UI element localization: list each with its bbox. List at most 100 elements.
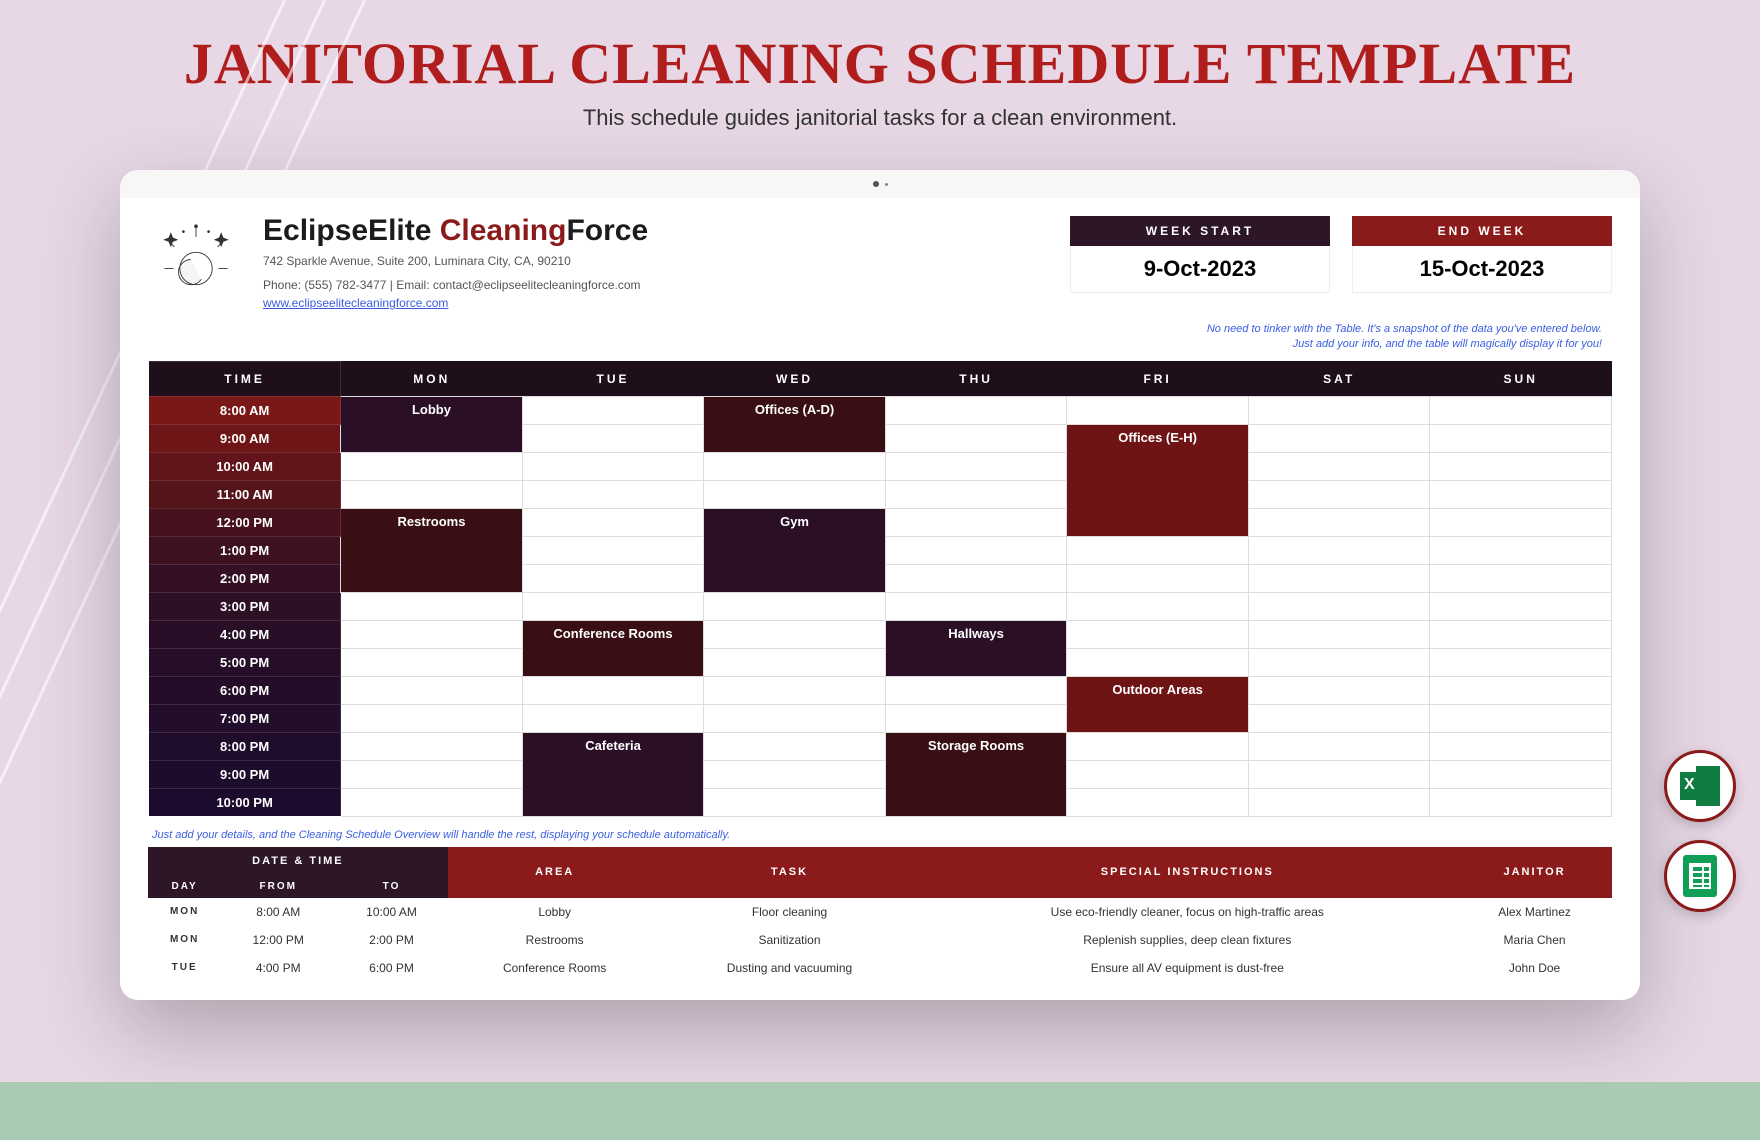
empty-cell[interactable] <box>1248 480 1430 508</box>
task-block[interactable]: Gym <box>704 508 886 592</box>
empty-cell[interactable] <box>341 676 523 704</box>
empty-cell[interactable] <box>1067 536 1249 564</box>
empty-cell[interactable] <box>341 620 523 648</box>
task-block[interactable]: Offices (A-D) <box>704 396 886 452</box>
empty-cell[interactable] <box>885 424 1067 452</box>
empty-cell[interactable] <box>704 480 886 508</box>
empty-cell[interactable] <box>1430 760 1612 788</box>
empty-cell[interactable] <box>1430 396 1612 424</box>
empty-cell[interactable] <box>1248 452 1430 480</box>
empty-cell[interactable] <box>522 508 704 536</box>
empty-cell[interactable] <box>1430 704 1612 732</box>
empty-cell[interactable] <box>1248 676 1430 704</box>
empty-cell[interactable] <box>885 480 1067 508</box>
empty-cell[interactable] <box>341 480 523 508</box>
empty-cell[interactable] <box>704 732 886 760</box>
empty-cell[interactable] <box>704 760 886 788</box>
task-block[interactable]: Cafeteria <box>522 732 704 816</box>
empty-cell[interactable] <box>1067 760 1249 788</box>
empty-cell[interactable] <box>522 676 704 704</box>
empty-cell[interactable] <box>522 452 704 480</box>
empty-cell[interactable] <box>1248 564 1430 592</box>
empty-cell[interactable] <box>704 592 886 620</box>
task-block[interactable]: Outdoor Areas <box>1067 676 1249 732</box>
empty-cell[interactable] <box>1248 788 1430 816</box>
time-cell: 12:00 PM <box>149 508 341 536</box>
empty-cell[interactable] <box>885 704 1067 732</box>
empty-cell[interactable] <box>1248 648 1430 676</box>
empty-cell[interactable] <box>341 704 523 732</box>
empty-cell[interactable] <box>1430 508 1612 536</box>
empty-cell[interactable] <box>704 620 886 648</box>
empty-cell[interactable] <box>885 564 1067 592</box>
empty-cell[interactable] <box>341 760 523 788</box>
empty-cell[interactable] <box>1430 564 1612 592</box>
empty-cell[interactable] <box>522 592 704 620</box>
empty-cell[interactable] <box>341 788 523 816</box>
empty-cell[interactable] <box>1067 592 1249 620</box>
empty-cell[interactable] <box>1067 396 1249 424</box>
empty-cell[interactable] <box>885 676 1067 704</box>
empty-cell[interactable] <box>1248 620 1430 648</box>
detail-subheader: DAY <box>148 875 221 898</box>
empty-cell[interactable] <box>1430 676 1612 704</box>
empty-cell[interactable] <box>1248 704 1430 732</box>
empty-cell[interactable] <box>1067 648 1249 676</box>
google-sheets-badge[interactable] <box>1664 840 1736 912</box>
empty-cell[interactable] <box>1430 620 1612 648</box>
empty-cell[interactable] <box>1430 480 1612 508</box>
empty-cell[interactable] <box>1248 732 1430 760</box>
empty-cell[interactable] <box>704 704 886 732</box>
empty-cell[interactable] <box>341 592 523 620</box>
detail-row[interactable]: MON12:00 PM2:00 PMRestroomsSanitizationR… <box>148 926 1612 954</box>
task-block[interactable]: Offices (E-H) <box>1067 424 1249 536</box>
empty-cell[interactable] <box>1067 564 1249 592</box>
empty-cell[interactable] <box>885 508 1067 536</box>
detail-row[interactable]: MON8:00 AM10:00 AMLobbyFloor cleaningUse… <box>148 898 1612 926</box>
company-website-link[interactable]: www.eclipseelitecleaningforce.com <box>263 296 448 310</box>
laptop-camera-bar <box>120 170 1640 198</box>
empty-cell[interactable] <box>1248 424 1430 452</box>
empty-cell[interactable] <box>522 480 704 508</box>
empty-cell[interactable] <box>885 396 1067 424</box>
empty-cell[interactable] <box>1430 536 1612 564</box>
empty-cell[interactable] <box>1248 508 1430 536</box>
empty-cell[interactable] <box>1430 452 1612 480</box>
empty-cell[interactable] <box>1430 424 1612 452</box>
empty-cell[interactable] <box>1248 536 1430 564</box>
task-block[interactable]: Conference Rooms <box>522 620 704 676</box>
empty-cell[interactable] <box>1067 732 1249 760</box>
empty-cell[interactable] <box>522 424 704 452</box>
empty-cell[interactable] <box>1248 592 1430 620</box>
task-block[interactable]: Lobby <box>341 396 523 452</box>
empty-cell[interactable] <box>522 396 704 424</box>
empty-cell[interactable] <box>704 788 886 816</box>
empty-cell[interactable] <box>522 704 704 732</box>
empty-cell[interactable] <box>522 536 704 564</box>
time-cell: 4:00 PM <box>149 620 341 648</box>
empty-cell[interactable] <box>341 732 523 760</box>
empty-cell[interactable] <box>1067 788 1249 816</box>
empty-cell[interactable] <box>704 676 886 704</box>
detail-row[interactable]: TUE4:00 PM6:00 PMConference RoomsDusting… <box>148 954 1612 982</box>
empty-cell[interactable] <box>341 452 523 480</box>
task-block[interactable]: Restrooms <box>341 508 523 592</box>
empty-cell[interactable] <box>1248 396 1430 424</box>
task-block[interactable]: Hallways <box>885 620 1067 676</box>
empty-cell[interactable] <box>704 452 886 480</box>
empty-cell[interactable] <box>1248 760 1430 788</box>
empty-cell[interactable] <box>1067 620 1249 648</box>
empty-cell[interactable] <box>1430 648 1612 676</box>
empty-cell[interactable] <box>1430 732 1612 760</box>
empty-cell[interactable] <box>1430 788 1612 816</box>
empty-cell[interactable] <box>341 648 523 676</box>
empty-cell[interactable] <box>885 592 1067 620</box>
empty-cell[interactable] <box>522 564 704 592</box>
empty-cell[interactable] <box>885 452 1067 480</box>
empty-cell[interactable] <box>885 536 1067 564</box>
excel-badge[interactable] <box>1664 750 1736 822</box>
time-cell: 3:00 PM <box>149 592 341 620</box>
empty-cell[interactable] <box>704 648 886 676</box>
empty-cell[interactable] <box>1430 592 1612 620</box>
task-block[interactable]: Storage Rooms <box>885 732 1067 816</box>
